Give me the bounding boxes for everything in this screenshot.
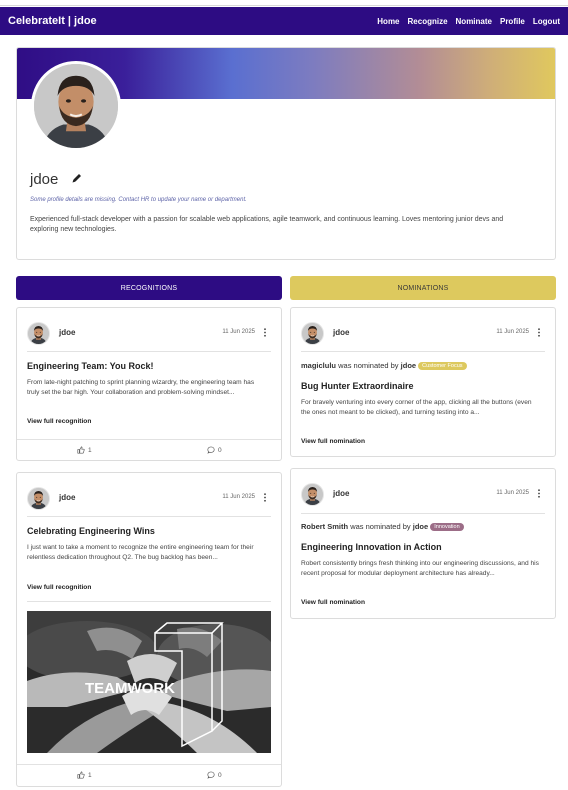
divider bbox=[301, 513, 545, 514]
nominee-name[interactable]: magiclulu bbox=[301, 361, 336, 370]
divider bbox=[27, 351, 271, 352]
nav-link-nominate[interactable]: Nominate bbox=[456, 17, 492, 26]
card-date: 11 Jun 2025 bbox=[496, 490, 529, 496]
comment-count: 0 bbox=[218, 771, 222, 779]
card-body: From late-night patching to sprint plann… bbox=[27, 379, 255, 396]
avatar bbox=[27, 322, 50, 345]
pencil-icon[interactable] bbox=[71, 172, 83, 184]
card-footer: 1 0 bbox=[17, 764, 281, 786]
nav-link-logout[interactable]: Logout bbox=[533, 17, 560, 26]
avatar bbox=[301, 483, 324, 506]
profile-username: jdoe bbox=[30, 171, 59, 188]
card-header: jdoe 11 Jun 2025 bbox=[301, 481, 545, 507]
card-author[interactable]: jdoe bbox=[59, 493, 75, 502]
category-badge: Innovation bbox=[430, 523, 464, 531]
comment-button[interactable]: 0 bbox=[207, 446, 222, 454]
nominee-name[interactable]: Robert Smith bbox=[301, 522, 348, 531]
like-count: 1 bbox=[88, 446, 92, 454]
card-author[interactable]: jdoe bbox=[59, 328, 75, 337]
brand-title[interactable]: CelebrateIt | jdoe bbox=[8, 15, 377, 27]
nav-link-home[interactable]: Home bbox=[377, 17, 399, 26]
nav-links: Home Recognize Nominate Profile Logout bbox=[377, 17, 560, 26]
like-count: 1 bbox=[88, 771, 92, 779]
kebab-menu-icon[interactable] bbox=[263, 328, 267, 337]
nominator-name[interactable]: jdoe bbox=[401, 361, 416, 370]
nominator-name[interactable]: jdoe bbox=[413, 522, 428, 531]
card-title: Engineering Team: You Rock! bbox=[27, 361, 154, 371]
kebab-menu-icon[interactable] bbox=[263, 493, 267, 502]
card-author[interactable]: jdoe bbox=[333, 489, 349, 498]
category-badge: Customer Focus bbox=[418, 362, 467, 370]
recognition-card: jdoe 11 Jun 2025 Celebrating Engineering… bbox=[16, 472, 282, 787]
profile-card: jdoe Some profile details are missing. C… bbox=[16, 47, 556, 260]
recognition-card: jdoe 11 Jun 2025 Engineering Team: You R… bbox=[16, 307, 282, 461]
window-top-edge bbox=[0, 0, 568, 6]
card-footer: 1 0 bbox=[17, 439, 281, 461]
card-date: 11 Jun 2025 bbox=[496, 329, 529, 335]
view-full-recognition-link[interactable]: View full recognition bbox=[27, 418, 91, 425]
card-title: Celebrating Engineering Wins bbox=[27, 526, 155, 536]
tab-nominations[interactable]: NOMINATIONS bbox=[290, 276, 556, 300]
nav-link-recognize[interactable]: Recognize bbox=[408, 17, 448, 26]
nominated-by-text: was nominated by bbox=[350, 522, 411, 531]
comment-icon bbox=[207, 771, 215, 779]
card-header: jdoe 11 Jun 2025 bbox=[27, 320, 271, 346]
card-title: Engineering Innovation in Action bbox=[301, 542, 442, 552]
profile-avatar bbox=[31, 61, 121, 151]
card-author[interactable]: jdoe bbox=[333, 328, 349, 337]
card-body: Robert consistently brings fresh thinkin… bbox=[301, 560, 539, 577]
divider bbox=[301, 351, 545, 352]
nominated-by-text: was nominated by bbox=[338, 361, 399, 370]
like-button[interactable]: 1 bbox=[77, 771, 92, 779]
divider bbox=[27, 601, 271, 602]
like-button[interactable]: 1 bbox=[77, 446, 92, 454]
card-body: For bravely venturing into every corner … bbox=[301, 399, 532, 416]
tab-recognitions[interactable]: RECOGNITIONS bbox=[16, 276, 282, 300]
kebab-menu-icon[interactable] bbox=[537, 328, 541, 337]
card-title: Bug Hunter Extraordinaire bbox=[301, 381, 414, 391]
card-date: 11 Jun 2025 bbox=[222, 494, 255, 500]
avatar bbox=[27, 487, 50, 510]
nomination-card: jdoe 11 Jun 2025 Robert Smith was nomina… bbox=[290, 468, 556, 619]
card-header: jdoe 11 Jun 2025 bbox=[301, 320, 545, 346]
card-date: 11 Jun 2025 bbox=[222, 329, 255, 335]
nomination-line: magiclulu was nominated by jdoe Customer… bbox=[301, 361, 467, 370]
comment-count: 0 bbox=[218, 446, 222, 454]
card-header: jdoe 11 Jun 2025 bbox=[27, 485, 271, 511]
view-full-nomination-link[interactable]: View full nomination bbox=[301, 599, 365, 606]
nomination-card: jdoe 11 Jun 2025 magiclulu was nominated… bbox=[290, 307, 556, 457]
comment-icon bbox=[207, 446, 215, 454]
comment-button[interactable]: 0 bbox=[207, 771, 222, 779]
nomination-line: Robert Smith was nominated by jdoe Innov… bbox=[301, 522, 464, 531]
kebab-menu-icon[interactable] bbox=[537, 489, 541, 498]
avatar bbox=[301, 322, 324, 345]
thumbs-up-icon bbox=[77, 771, 85, 779]
top-navbar: CelebrateIt | jdoe Home Recognize Nomina… bbox=[0, 7, 568, 35]
teamwork-image: TEAMWORK bbox=[27, 611, 271, 753]
profile-missing-notice: Some profile details are missing. Contac… bbox=[30, 197, 247, 203]
profile-bio: Experienced full-stack developer with a … bbox=[30, 216, 504, 233]
teamwork-image-text: TEAMWORK bbox=[85, 680, 175, 697]
view-full-recognition-link[interactable]: View full recognition bbox=[27, 584, 91, 591]
thumbs-up-icon bbox=[77, 446, 85, 454]
divider bbox=[27, 516, 271, 517]
card-body: I just want to take a moment to recogniz… bbox=[27, 544, 254, 561]
nav-link-profile[interactable]: Profile bbox=[500, 17, 525, 26]
view-full-nomination-link[interactable]: View full nomination bbox=[301, 438, 365, 445]
